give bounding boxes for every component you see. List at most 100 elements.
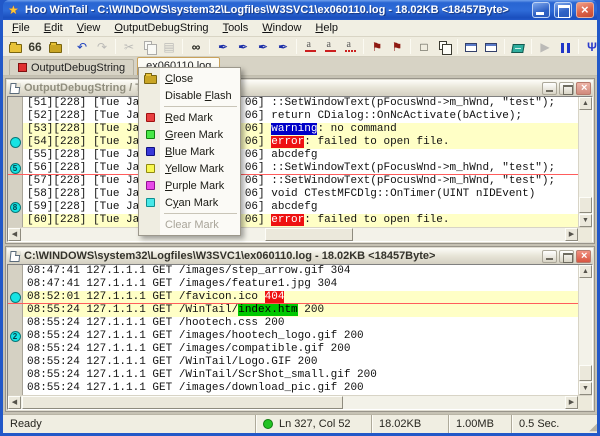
- scroll-left-arrow-icon[interactable]: [8, 396, 21, 409]
- add-underline-mark-button[interactable]: [300, 38, 320, 56]
- undo-button[interactable]: ↶: [72, 38, 92, 56]
- scroll-right-arrow-icon[interactable]: [565, 228, 578, 241]
- menu-file[interactable]: File: [5, 21, 37, 35]
- redo-button[interactable]: ↷: [92, 38, 112, 56]
- outputdebugstring-panel-titlebar[interactable]: OutputDebugString / TRACE: [7, 80, 593, 96]
- scroll-thumb[interactable]: [579, 365, 592, 381]
- scrollbar-corner: [578, 228, 592, 242]
- menu-tools[interactable]: Tools: [216, 21, 256, 35]
- menu-item-label: Blue Mark: [160, 146, 215, 158]
- scroll-down-arrow-icon[interactable]: [579, 214, 592, 227]
- context-menu-item-green-mark[interactable]: Green Mark: [140, 126, 239, 143]
- log-row[interactable]: 08:55:24 127.1.1.1 GET /WinTail/index.ht…: [8, 304, 578, 317]
- log-row[interactable]: 08:47:41 127.1.1.1 GET /images/step_arro…: [8, 265, 578, 278]
- log-row[interactable]: [58][228] [Tue Jan 06] void CTestMFCDlg:…: [8, 188, 578, 201]
- menu-view[interactable]: View: [70, 21, 108, 35]
- clear-marks-button[interactable]: ✒: [273, 38, 293, 56]
- new-view-button[interactable]: □: [414, 38, 434, 56]
- scroll-up-arrow-icon[interactable]: [579, 265, 592, 278]
- scroll-up-arrow-icon[interactable]: [579, 97, 592, 110]
- app-star-icon: [8, 3, 21, 17]
- log-row[interactable]: [51][228] [Tue Jan 06] ::SetWindowText(p…: [8, 97, 578, 110]
- menu-edit[interactable]: Edit: [37, 21, 70, 35]
- context-menu-item-purple-mark[interactable]: Purple Mark: [140, 177, 239, 194]
- scroll-thumb[interactable]: [265, 228, 353, 241]
- panel-minimize-button[interactable]: [542, 250, 557, 263]
- logfile-panel-titlebar[interactable]: C:\WINDOWS\system32\Logfiles\W3SVC1\ex06…: [7, 248, 593, 264]
- context-menu-item-close[interactable]: Close: [140, 70, 239, 87]
- start-tail-button[interactable]: ▶: [535, 38, 555, 56]
- menu-help[interactable]: Help: [308, 21, 345, 35]
- capture-global-button[interactable]: [481, 38, 501, 56]
- log-book-button[interactable]: [508, 38, 528, 56]
- panel-close-button[interactable]: [576, 250, 591, 263]
- status-memory: 1.00MB: [448, 415, 511, 433]
- panel-maximize-button[interactable]: [559, 250, 574, 263]
- minimize-button[interactable]: [532, 2, 550, 18]
- next-bookmark-button[interactable]: ⚑: [387, 38, 407, 56]
- log-row[interactable]: 208:55:24 127.1.1.1 GET /images/hootech_…: [8, 330, 578, 343]
- log-row[interactable]: 08:47:41 127.1.1.1 GET /images/feature1.…: [8, 278, 578, 291]
- menu-item-label: Cyan Mark: [160, 197, 218, 209]
- log-row[interactable]: 08:52:01 127.1.1.1 GET /favicon.ico 404: [8, 291, 578, 304]
- find-button[interactable]: ∞: [186, 38, 206, 56]
- context-menu-item-clear-mark[interactable]: Clear Mark: [140, 216, 239, 233]
- panel-close-button[interactable]: [576, 82, 591, 95]
- follow-tail-button[interactable]: 66: [25, 38, 45, 56]
- bottom-vertical-scrollbar[interactable]: [578, 265, 592, 395]
- log-row[interactable]: 08:55:24 127.1.1.1 GET /WinTail/Logo.GIF…: [8, 356, 578, 369]
- scroll-right-arrow-icon[interactable]: [565, 396, 578, 409]
- log-row[interactable]: 08:55:24 127.1.1.1 GET /images/download_…: [8, 382, 578, 395]
- status-time: 0.5 Sec.: [511, 415, 583, 433]
- context-menu-item-cyan-mark[interactable]: Cyan Mark: [140, 194, 239, 211]
- log-text: 08:55:24 127.1.1.1 GET /hootech.css 200: [23, 317, 578, 330]
- maximize-button[interactable]: [554, 2, 572, 18]
- scroll-down-arrow-icon[interactable]: [579, 382, 592, 395]
- close-button[interactable]: [576, 2, 594, 18]
- outputdebugstring-window-button[interactable]: [461, 38, 481, 56]
- close-file-button[interactable]: [45, 38, 65, 56]
- context-menu-item-yellow-mark[interactable]: Yellow Mark: [140, 160, 239, 177]
- log-row[interactable]: [53][228] [Tue Jan 06] warning: no comma…: [8, 123, 578, 136]
- scroll-thumb[interactable]: [579, 197, 592, 213]
- context-menu-item-red-mark[interactable]: Red Mark: [140, 109, 239, 126]
- log-row[interactable]: 08:55:24 127.1.1.1 GET /hootech.css 200: [8, 317, 578, 330]
- scroll-left-arrow-icon[interactable]: [8, 228, 21, 241]
- context-menu-item-disable-flash[interactable]: Disable Flash: [140, 87, 239, 104]
- next-mark-button[interactable]: ✒: [233, 38, 253, 56]
- log-row[interactable]: 08:55:24 127.1.1.1 GET /WinTail/ScrShot_…: [8, 369, 578, 382]
- log-row[interactable]: 08:55:24 127.1.1.1 GET /images/compatibl…: [8, 343, 578, 356]
- scroll-thumb[interactable]: [22, 396, 343, 409]
- prev-mark-button[interactable]: ✒: [253, 38, 273, 56]
- add-mark-button[interactable]: ✒: [213, 38, 233, 56]
- tab-outputdebugstring[interactable]: OutputDebugString: [9, 59, 134, 75]
- log-row[interactable]: [55][228] [Tue Jan 06] abcdefg: [8, 149, 578, 162]
- next-underline-mark-button[interactable]: [320, 38, 340, 56]
- context-menu-item-blue-mark[interactable]: Blue Mark: [140, 143, 239, 160]
- menu-outputdebugstring[interactable]: OutputDebugString: [107, 21, 215, 35]
- top-horizontal-scrollbar[interactable]: [8, 227, 592, 241]
- resize-grip[interactable]: [583, 415, 597, 433]
- panel-maximize-button[interactable]: [559, 82, 574, 95]
- log-row[interactable]: [52][228] [Tue Jan 06] return CDialog::O…: [8, 110, 578, 123]
- panel-minimize-button[interactable]: [542, 82, 557, 95]
- cyan-mark-icon: [140, 198, 160, 207]
- menu-window[interactable]: Window: [255, 21, 308, 35]
- bottom-horizontal-scrollbar[interactable]: [8, 395, 592, 409]
- log-row[interactable]: [60][228] [Tue Jan 06] error: failed to …: [8, 214, 578, 227]
- clear-underline-marks-button[interactable]: [340, 38, 360, 56]
- log-row[interactable]: 5[56][228] [Tue Jan 06] ::SetWindowText(…: [8, 162, 578, 175]
- duplicate-view-button[interactable]: [434, 38, 454, 56]
- pause-tail-button[interactable]: [555, 38, 575, 56]
- cut-button[interactable]: ✂: [119, 38, 139, 56]
- open-file-button[interactable]: [5, 38, 25, 56]
- paste-button[interactable]: ▤: [159, 38, 179, 56]
- log-row[interactable]: 8[59][228] [Tue Jan 06] abcdefg: [8, 201, 578, 214]
- copy-button[interactable]: [139, 38, 159, 56]
- top-vertical-scrollbar[interactable]: [578, 97, 592, 227]
- prev-bookmark-button[interactable]: ⚑: [367, 38, 387, 56]
- log-row[interactable]: [57][228] [Tue Jan 06] ::SetWindowText(p…: [8, 175, 578, 188]
- mark-color-swatch: [146, 113, 155, 122]
- log-row[interactable]: [54][228] [Tue Jan 06] error: failed to …: [8, 136, 578, 149]
- filter-button[interactable]: Ψ: [582, 38, 600, 56]
